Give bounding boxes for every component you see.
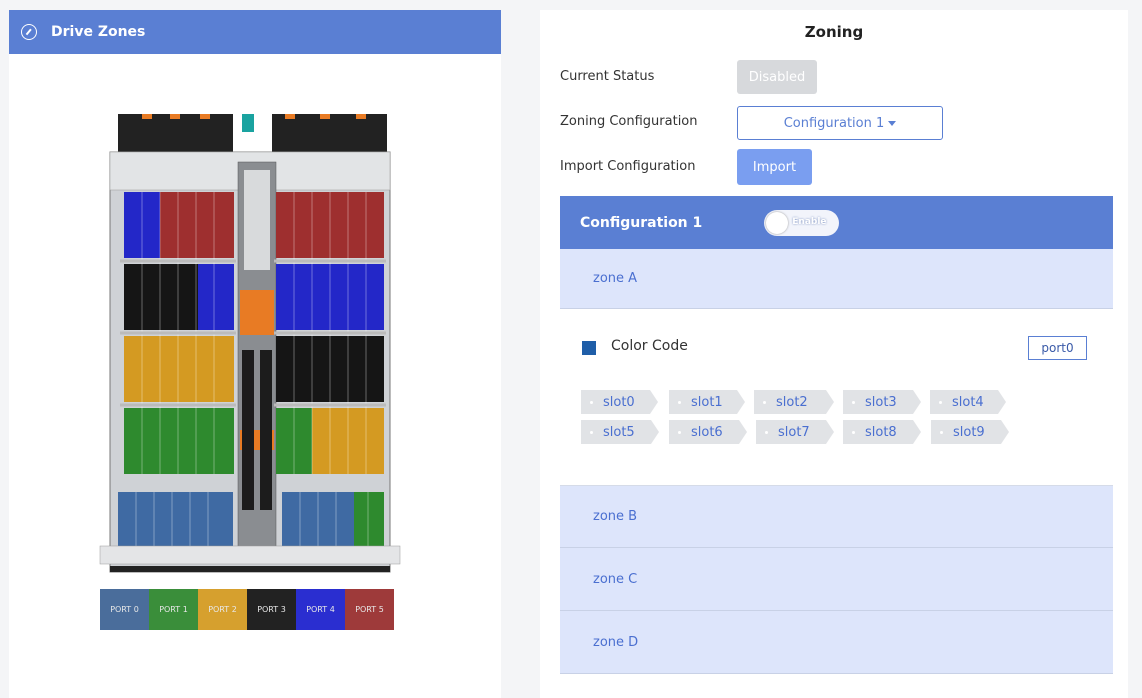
zone-c-label: zone C bbox=[593, 571, 638, 587]
zone-a-details: Color Code port0 slot0 slot1 slot2 slot3… bbox=[560, 309, 1113, 486]
port-0-swatch: PORT 0 bbox=[100, 589, 149, 630]
current-status-label: Current Status bbox=[560, 69, 655, 84]
enable-toggle[interactable]: Enable bbox=[764, 209, 840, 236]
color-code-label: Color Code bbox=[611, 338, 688, 354]
configuration-title: Configuration 1 bbox=[580, 214, 703, 231]
slot-chip[interactable]: slot6 bbox=[669, 420, 747, 444]
port-3-swatch: PORT 3 bbox=[247, 589, 296, 630]
drive-enclosure-image bbox=[99, 114, 401, 573]
configuration-accordion: Configuration 1 Enable zone A Color Code… bbox=[560, 196, 1113, 674]
slot-chip[interactable]: slot9 bbox=[931, 420, 1009, 444]
slot-chip[interactable]: slot0 bbox=[581, 390, 658, 414]
slot-chip[interactable]: slot8 bbox=[843, 420, 921, 444]
zoning-title: Zoning bbox=[804, 23, 864, 41]
zone-a-row[interactable]: zone A bbox=[560, 249, 1113, 309]
port-color-legend: PORT 0 PORT 1 PORT 2 PORT 3 PORT 4 PORT … bbox=[100, 589, 394, 630]
slot-chip[interactable]: slot4 bbox=[930, 390, 1006, 414]
drive-zones-title: Drive Zones bbox=[51, 24, 146, 40]
port-input[interactable]: port0 bbox=[1028, 336, 1087, 360]
import-config-label: Import Configuration bbox=[560, 159, 696, 174]
zoning-config-select[interactable]: Configuration 1 bbox=[737, 106, 943, 140]
configuration-header[interactable]: Configuration 1 Enable bbox=[560, 196, 1113, 249]
zone-d-row[interactable]: zone D bbox=[560, 611, 1113, 674]
zoning-panel: Zoning Current Status Disabled Zoning Co… bbox=[540, 10, 1128, 698]
slot-chip[interactable]: slot5 bbox=[581, 420, 659, 444]
enable-toggle-label: Enable bbox=[792, 216, 827, 227]
drive-zones-header: Drive Zones bbox=[9, 10, 501, 54]
port-2-swatch: PORT 2 bbox=[198, 589, 247, 630]
zone-c-row[interactable]: zone C bbox=[560, 548, 1113, 611]
zone-a-label: zone A bbox=[593, 271, 638, 286]
port-1-swatch: PORT 1 bbox=[149, 589, 198, 630]
color-code-swatch[interactable] bbox=[582, 341, 596, 355]
zone-b-row[interactable]: zone B bbox=[560, 486, 1113, 548]
import-button[interactable]: Import bbox=[737, 149, 812, 185]
zoning-config-label: Zoning Configuration bbox=[560, 114, 698, 129]
port-5-swatch: PORT 5 bbox=[345, 589, 394, 630]
slot-chip[interactable]: slot2 bbox=[754, 390, 834, 414]
caret-down-icon bbox=[888, 120, 897, 126]
status-disabled-button: Disabled bbox=[737, 60, 817, 94]
zoning-config-value: Configuration 1 bbox=[783, 115, 885, 131]
slot-chip[interactable]: slot7 bbox=[756, 420, 834, 444]
slot-chip[interactable]: slot1 bbox=[669, 390, 745, 414]
zone-b-label: zone B bbox=[593, 509, 638, 524]
port-4-swatch: PORT 4 bbox=[296, 589, 345, 630]
zone-d-label: zone D bbox=[593, 634, 639, 650]
compass-icon bbox=[21, 24, 37, 40]
slot-chip[interactable]: slot3 bbox=[843, 390, 921, 414]
